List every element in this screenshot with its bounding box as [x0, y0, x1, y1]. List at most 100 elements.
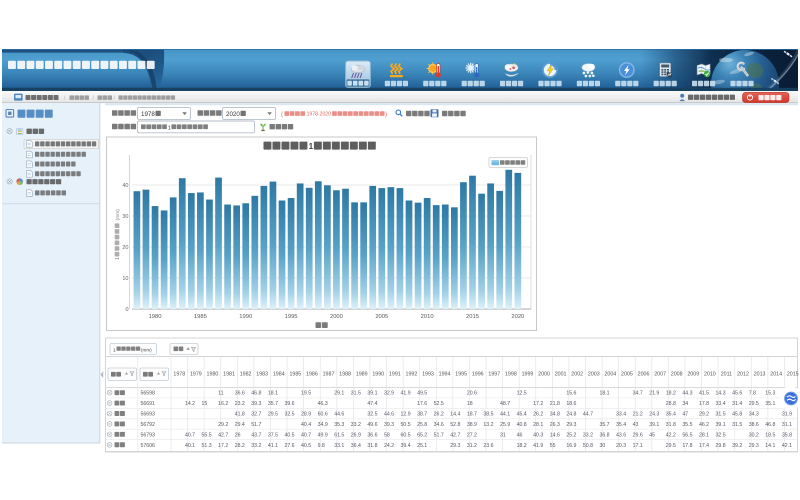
- svg-text:1979: 1979: [190, 372, 202, 378]
- svg-text:38.9: 38.9: [467, 422, 477, 428]
- svg-text:19.5: 19.5: [301, 391, 311, 397]
- svg-text:41.9: 41.9: [401, 391, 411, 397]
- svg-text:36.6: 36.6: [367, 432, 377, 438]
- svg-text:45.4: 45.4: [517, 412, 527, 418]
- svg-text:26.2: 26.2: [434, 412, 444, 418]
- svg-text:36.8: 36.8: [599, 432, 609, 438]
- svg-text:2005: 2005: [621, 372, 633, 378]
- svg-text:42.7: 42.7: [450, 432, 460, 438]
- svg-text:34: 34: [682, 401, 688, 407]
- svg-text:52.8: 52.8: [450, 422, 460, 428]
- svg-text:45.8: 45.8: [732, 412, 742, 418]
- svg-text:39.1: 39.1: [367, 391, 377, 397]
- svg-text:11: 11: [218, 391, 223, 397]
- svg-text:1995: 1995: [455, 372, 467, 378]
- svg-text:29.5: 29.5: [268, 412, 278, 418]
- svg-text:31.5: 31.5: [732, 422, 742, 428]
- svg-text:29.2: 29.2: [218, 422, 228, 428]
- svg-text:34.6: 34.6: [434, 422, 444, 428]
- svg-text:17.2: 17.2: [218, 443, 228, 449]
- svg-text:51.3: 51.3: [202, 443, 212, 449]
- svg-text:2002: 2002: [571, 372, 583, 378]
- svg-text:35.5: 35.5: [682, 422, 692, 428]
- svg-text:31.5: 31.5: [716, 412, 726, 418]
- svg-text:36.4: 36.4: [351, 443, 361, 449]
- svg-text:55.5: 55.5: [202, 432, 212, 438]
- svg-text:38.5: 38.5: [483, 412, 493, 418]
- svg-text:1980: 1980: [207, 372, 219, 378]
- svg-text:35.4: 35.4: [616, 422, 626, 428]
- svg-text:40.8: 40.8: [517, 422, 527, 428]
- svg-text:51.7: 51.7: [251, 422, 261, 428]
- svg-text:56792: 56792: [141, 422, 156, 428]
- svg-text:46.2: 46.2: [699, 422, 709, 428]
- svg-text:34.9: 34.9: [318, 422, 328, 428]
- svg-text:31.1: 31.1: [782, 422, 792, 428]
- svg-text:56793: 56793: [141, 432, 156, 438]
- svg-text:2011: 2011: [721, 372, 732, 378]
- svg-text:37.5: 37.5: [268, 432, 278, 438]
- svg-text:1978: 1978: [141, 111, 155, 118]
- svg-text:31.2: 31.2: [467, 443, 477, 449]
- svg-text:2006: 2006: [638, 372, 650, 378]
- svg-text:1990: 1990: [239, 314, 252, 320]
- svg-text:21.2: 21.2: [633, 412, 643, 418]
- svg-text:1978: 1978: [173, 372, 185, 378]
- svg-text:44.7: 44.7: [583, 412, 593, 418]
- svg-text:43: 43: [633, 422, 639, 428]
- svg-text:1: 1: [309, 142, 314, 151]
- svg-text:28.1: 28.1: [699, 432, 709, 438]
- svg-text:17.4: 17.4: [699, 443, 709, 449]
- svg-text:2001: 2001: [555, 372, 567, 378]
- svg-text:40.1: 40.1: [185, 443, 195, 449]
- svg-text:26.2: 26.2: [533, 412, 543, 418]
- svg-text:61.5: 61.5: [334, 432, 344, 438]
- svg-text:32.5: 32.5: [367, 412, 377, 418]
- svg-text:42.1: 42.1: [782, 443, 792, 449]
- svg-text:12.5: 12.5: [517, 391, 527, 397]
- svg-text:35.1: 35.1: [765, 401, 775, 407]
- svg-text:50.8: 50.8: [583, 443, 593, 449]
- svg-text:2015: 2015: [787, 372, 799, 378]
- svg-text:12.9: 12.9: [401, 412, 411, 418]
- svg-text:1985: 1985: [289, 372, 301, 378]
- svg-text:29.2: 29.2: [699, 412, 709, 418]
- svg-text:1999: 1999: [522, 372, 534, 378]
- svg-text:2009: 2009: [687, 372, 699, 378]
- svg-text:1985: 1985: [194, 314, 207, 320]
- svg-text:32.9: 32.9: [384, 391, 394, 397]
- svg-text:31.9: 31.9: [782, 412, 792, 418]
- svg-text:1994: 1994: [439, 372, 451, 378]
- svg-text:50.5: 50.5: [401, 422, 411, 428]
- svg-text:(mm): (mm): [115, 209, 121, 221]
- svg-text:2003: 2003: [588, 372, 600, 378]
- svg-text:57606: 57606: [141, 443, 156, 449]
- svg-text:24.3: 24.3: [649, 412, 659, 418]
- svg-text:58: 58: [384, 432, 390, 438]
- svg-text:28.1: 28.1: [533, 422, 543, 428]
- svg-text:14.1: 14.1: [765, 443, 775, 449]
- svg-text:43.7: 43.7: [251, 432, 261, 438]
- svg-text:35.7: 35.7: [268, 401, 278, 407]
- svg-text:60.6: 60.6: [318, 412, 328, 418]
- svg-text:14.2: 14.2: [185, 401, 195, 407]
- svg-text:1: 1: [168, 125, 171, 131]
- svg-text:46.8: 46.8: [251, 391, 261, 397]
- svg-text:42.7: 42.7: [218, 432, 228, 438]
- svg-text:39.2: 39.2: [732, 443, 742, 449]
- svg-text:35.4: 35.4: [666, 412, 676, 418]
- svg-text:27.6: 27.6: [284, 443, 294, 449]
- svg-text:30: 30: [122, 214, 128, 220]
- svg-text:20.6: 20.6: [467, 391, 477, 397]
- svg-text:17.2: 17.2: [533, 401, 543, 407]
- svg-text:20: 20: [122, 245, 128, 251]
- svg-text:48.7: 48.7: [500, 401, 510, 407]
- svg-text:14.3: 14.3: [716, 391, 726, 397]
- svg-text:34.8: 34.8: [550, 412, 560, 418]
- svg-text:1990: 1990: [372, 372, 384, 378]
- svg-text:2007: 2007: [654, 372, 666, 378]
- svg-text:15.6: 15.6: [566, 391, 576, 397]
- svg-text:18.1: 18.1: [599, 391, 609, 397]
- svg-text:49.6: 49.6: [367, 422, 377, 428]
- svg-text:45.6: 45.6: [732, 391, 742, 397]
